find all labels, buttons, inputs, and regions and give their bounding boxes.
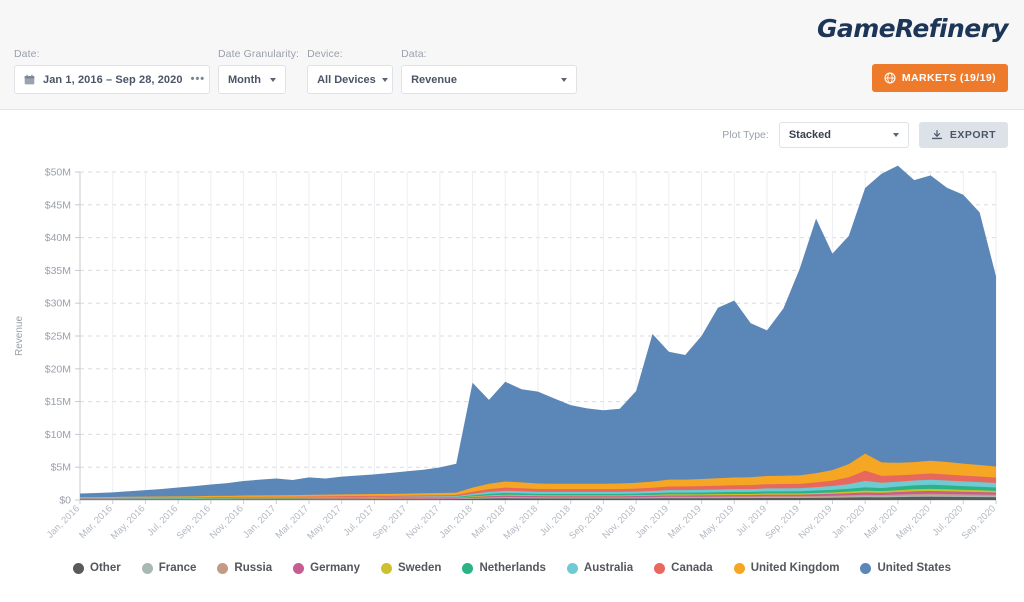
x-axis-tick-label: Nov, 2016 [208, 503, 246, 541]
legend-item-label: Russia [234, 562, 272, 574]
y-axis-tick-label: $0 [59, 495, 71, 507]
legend-item-netherlands[interactable]: Netherlands [462, 562, 545, 574]
x-axis-tick-label: Nov, 2019 [797, 503, 835, 541]
y-axis-tick-label: $35M [45, 265, 71, 277]
device-filter-group: Device: All Devices [307, 48, 393, 94]
filter-bar: Date: Jan 1, 2016 – Sep 28, 2020 ••• Dat… [14, 48, 585, 94]
x-axis-tick-label: May, 2016 [109, 503, 148, 542]
device-select[interactable]: All Devices [307, 65, 393, 94]
x-axis-tick-label: Nov, 2018 [600, 503, 638, 541]
granularity-value: Month [228, 74, 264, 86]
legend-color-swatch [293, 563, 304, 574]
y-axis-tick-label: $50M [45, 167, 71, 179]
x-axis-tick-label: May, 2017 [305, 503, 344, 542]
chart-svg: $0 $5M $10M $15M $20M $25M $30M $35M $40M $45M $50… [0, 110, 1024, 602]
legend-color-swatch [654, 563, 665, 574]
x-axis-tick-label: May, 2020 [894, 503, 933, 542]
legend-color-swatch [860, 563, 871, 574]
y-axis-tick-label: $25M [45, 331, 71, 343]
date-filter-group: Date: Jan 1, 2016 – Sep 28, 2020 ••• [14, 48, 210, 94]
x-axis-tick-label: Sep, 2018 [567, 503, 605, 541]
legend-color-swatch [462, 563, 473, 574]
data-filter-group: Data: Revenue [401, 48, 577, 94]
x-axis-tick-label: Jan, 2016 [45, 503, 82, 540]
x-axis-tick-label: Sep, 2019 [763, 503, 801, 541]
legend-item-label: Other [90, 562, 121, 574]
device-filter-label: Device: [307, 48, 393, 60]
legend-color-swatch [567, 563, 578, 574]
x-axis-tick-label: Nov, 2017 [404, 503, 442, 541]
markets-button[interactable]: MARKETS (19/19) [872, 64, 1008, 92]
revenue-chart: $0 $5M $10M $15M $20M $25M $30M $35M $40M $45M $50… [0, 110, 1024, 602]
chevron-down-icon [382, 78, 388, 82]
legend-item-united-kingdom[interactable]: United Kingdom [734, 562, 840, 574]
date-range-picker[interactable]: Jan 1, 2016 – Sep 28, 2020 ••• [14, 65, 210, 94]
legend-item-united-states[interactable]: United States [860, 562, 951, 574]
date-filter-label: Date: [14, 48, 210, 60]
data-filter-label: Data: [401, 48, 577, 60]
top-bar: GameRefinery MARKETS (19/19) Date: Jan 1… [0, 0, 1024, 110]
legend-color-swatch [381, 563, 392, 574]
legend-item-label: Sweden [398, 562, 441, 574]
legend-color-swatch [73, 563, 84, 574]
chevron-down-icon [561, 78, 567, 82]
legend-item-label: France [159, 562, 197, 574]
legend-item-canada[interactable]: Canada [654, 562, 713, 574]
device-value: All Devices [317, 74, 376, 86]
legend-color-swatch [217, 563, 228, 574]
date-more-icon[interactable]: ••• [191, 74, 206, 85]
legend-item-other[interactable]: Other [73, 562, 121, 574]
y-axis-tick-label: $40M [45, 232, 71, 244]
legend-color-swatch [734, 563, 745, 574]
chart-legend: Other France Russia Germany Sweden Netherland… [0, 562, 1024, 574]
legend-item-sweden[interactable]: Sweden [381, 562, 441, 574]
granularity-select[interactable]: Month [218, 65, 286, 94]
gamerefinery-logo: GameRefinery [817, 14, 1008, 43]
legend-item-russia[interactable]: Russia [217, 562, 272, 574]
x-axis-tick-label: Sep, 2016 [175, 503, 213, 541]
y-axis-tick-label: $30M [45, 298, 71, 310]
data-value: Revenue [411, 74, 555, 86]
x-axis-tick-label: Jan, 2020 [830, 503, 867, 540]
date-range-value: Jan 1, 2016 – Sep 28, 2020 [43, 74, 183, 86]
granularity-filter-label: Date Granularity: [218, 48, 299, 60]
calendar-icon [24, 74, 35, 85]
x-axis-tick-label: Jan, 2017 [241, 503, 278, 540]
y-axis-tick-label: $20M [45, 363, 71, 375]
x-axis-tick-label: Jan, 2018 [437, 503, 474, 540]
legend-item-germany[interactable]: Germany [293, 562, 360, 574]
legend-item-label: Germany [310, 562, 360, 574]
data-select[interactable]: Revenue [401, 65, 577, 94]
legend-item-france[interactable]: France [142, 562, 197, 574]
legend-color-swatch [142, 563, 153, 574]
x-axis-tick-label: May, 2018 [501, 503, 540, 542]
chevron-down-icon [270, 78, 276, 82]
x-axis-tick-label: May, 2019 [698, 503, 737, 542]
legend-item-label: Canada [671, 562, 713, 574]
x-axis-tick-label: Sep, 2017 [371, 503, 409, 541]
granularity-filter-group: Date Granularity: Month [218, 48, 299, 94]
y-axis-title: Revenue [14, 316, 25, 356]
x-axis-tick-label: Sep, 2020 [960, 503, 998, 541]
legend-item-label: United States [877, 562, 951, 574]
y-axis-tick-label: $15M [45, 396, 71, 408]
legend-item-label: Netherlands [479, 562, 545, 574]
legend-item-label: Australia [584, 562, 633, 574]
legend-item-australia[interactable]: Australia [567, 562, 633, 574]
y-axis-tick-label: $45M [45, 199, 71, 211]
x-axis-tick-label: Jan, 2019 [634, 503, 671, 540]
y-axis-tick-label: $10M [45, 429, 71, 441]
legend-item-label: United Kingdom [751, 562, 840, 574]
markets-button-label: MARKETS (19/19) [902, 72, 996, 84]
globe-icon [884, 72, 896, 84]
y-axis-tick-label: $5M [51, 462, 71, 474]
